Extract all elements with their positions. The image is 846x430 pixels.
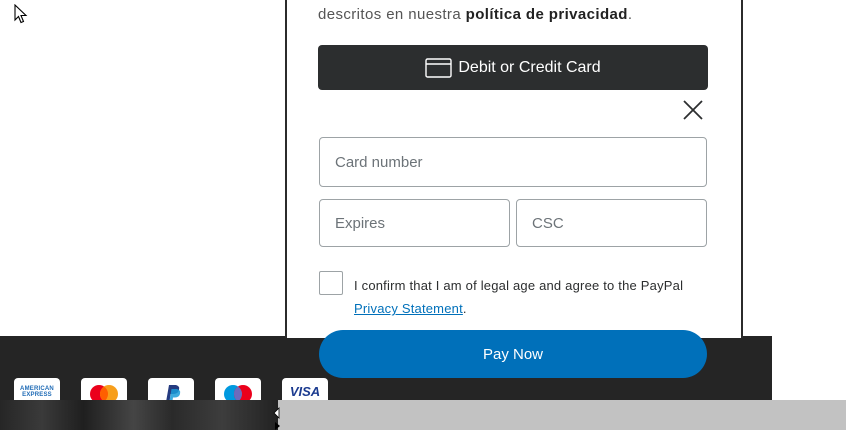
debit-credit-card-button[interactable]: Debit or Credit Card bbox=[318, 45, 708, 90]
consent-text-body: I confirm that I am of legal age and agr… bbox=[354, 278, 684, 293]
expires-field[interactable] bbox=[319, 199, 510, 247]
privacy-statement-link[interactable]: Privacy Statement bbox=[354, 301, 463, 316]
privacy-policy-link[interactable]: política de privacidad bbox=[466, 6, 628, 23]
american-express-label: AMERICAN EXPRESS bbox=[20, 386, 54, 398]
privacy-text-prefix: descritos en nuestra bbox=[318, 6, 466, 23]
visa-label: VISA bbox=[289, 384, 321, 399]
consent-text-suffix: . bbox=[462, 301, 467, 316]
background-image-strip bbox=[0, 400, 278, 430]
card-number-field[interactable] bbox=[319, 137, 707, 187]
privacy-text-suffix: . bbox=[627, 6, 633, 23]
page: AMERICAN EXPRESS VISA descritos en nuest… bbox=[0, 0, 846, 430]
close-icon[interactable] bbox=[682, 99, 704, 121]
mouse-cursor-icon bbox=[14, 4, 28, 24]
credit-card-icon bbox=[425, 57, 453, 78]
pay-now-label: Pay Now bbox=[482, 345, 544, 363]
legal-age-checkbox[interactable] bbox=[319, 271, 343, 295]
pay-now-button[interactable]: Pay Now bbox=[319, 330, 707, 378]
expires-input[interactable] bbox=[335, 214, 509, 232]
debit-credit-card-label: Debit or Credit Card bbox=[458, 58, 601, 76]
resize-arrow-icon bbox=[273, 407, 280, 430]
privacy-text: descritos en nuestra política de privaci… bbox=[318, 6, 632, 23]
csc-field[interactable] bbox=[516, 199, 707, 247]
consent-text: I confirm that I am of legal age and agr… bbox=[354, 274, 694, 320]
card-number-input[interactable] bbox=[335, 153, 706, 171]
background-gray-strip bbox=[278, 400, 846, 430]
csc-input[interactable] bbox=[532, 214, 706, 232]
